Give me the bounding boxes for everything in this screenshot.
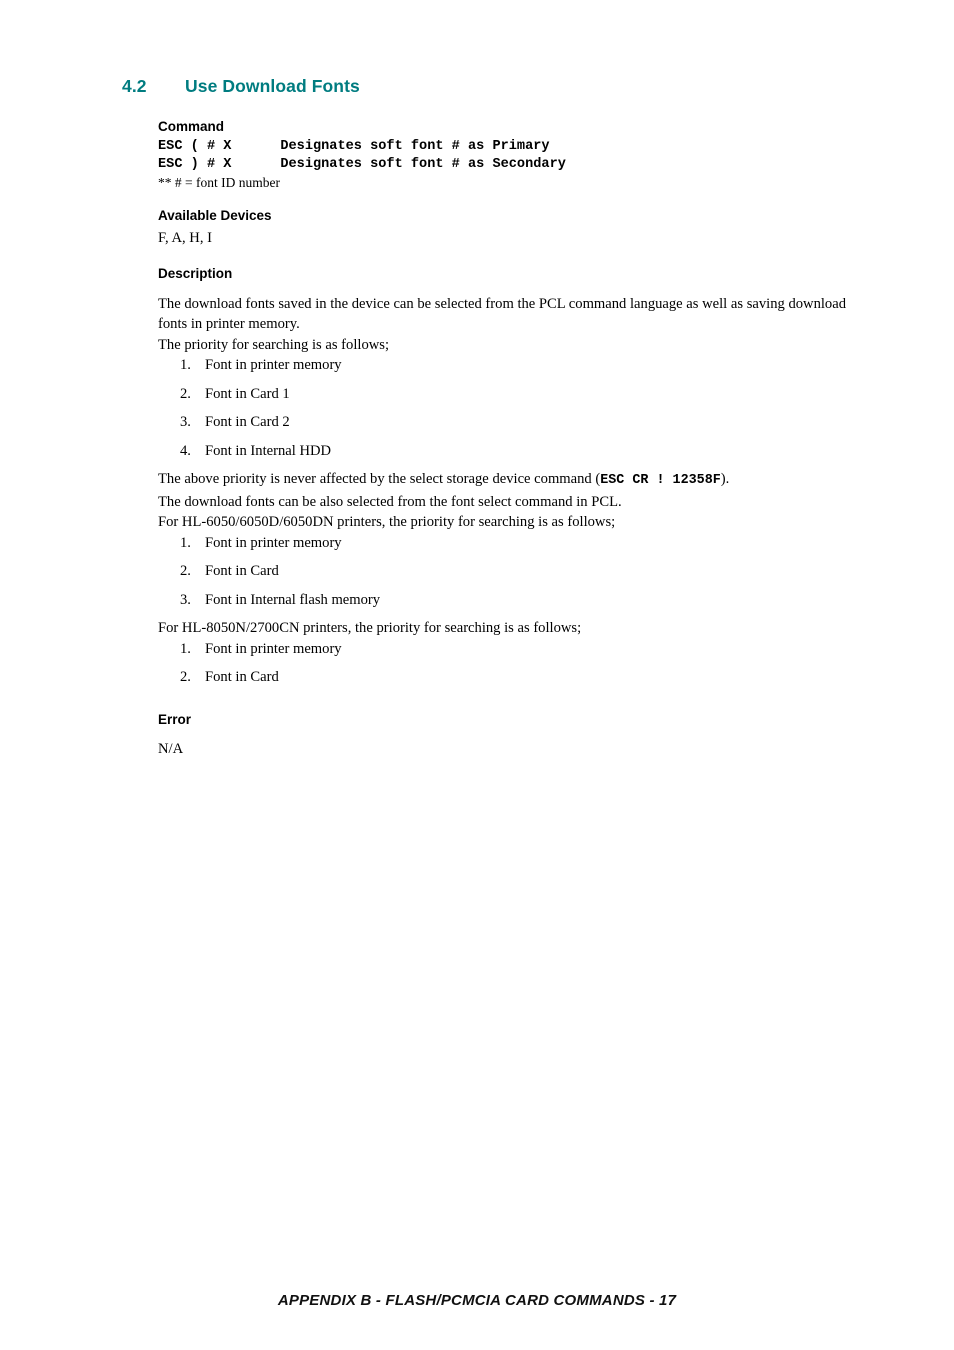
- list-item-label: Font in Card 1: [205, 385, 290, 402]
- error-value: N/A: [158, 741, 184, 757]
- list-item: 1. Font in printer memory: [158, 639, 858, 659]
- list-item-number: 2.: [180, 563, 191, 579]
- list-item: 1. Font in printer memory: [158, 355, 858, 375]
- list-item-label: Font in printer memory: [205, 640, 342, 657]
- command-footnote: ** # = font ID number: [158, 175, 280, 190]
- error-heading: Error: [158, 712, 192, 727]
- list-item-number: 1.: [180, 534, 191, 551]
- page-footer: APPENDIX B - FLASH/PCMCIA CARD COMMANDS …: [277, 1292, 677, 1309]
- list-item: 3. Font in Internal flash memory: [158, 590, 858, 610]
- list-item-number: 2.: [180, 385, 191, 402]
- list-item: 2. Font in Card: [158, 561, 858, 581]
- description-heading: Description: [158, 265, 233, 281]
- description-paragraph-6: For HL-8050N/2700CN printers, the priori…: [158, 620, 582, 636]
- command-heading: Command: [158, 119, 225, 134]
- description-paragraph-3: The above priority is never affected by …: [158, 469, 858, 492]
- list-item-number: 3.: [180, 591, 191, 608]
- list-item-label: Font in printer memory: [205, 534, 342, 551]
- list-item: 4. Font in Internal HDD: [158, 441, 858, 461]
- list-item-label: Font in Card 2: [205, 414, 290, 430]
- description-paragraph-1: The download fonts saved in the device c…: [158, 295, 847, 333]
- priority-list-hl8050n: 1. Font in printer memory 2. Font in Card: [158, 639, 858, 688]
- list-item-number: 2.: [180, 669, 191, 685]
- list-item-number: 4.: [180, 442, 191, 459]
- list-item-label: Font in Card: [205, 563, 279, 579]
- page-title: 4.2 Use Download Fonts: [122, 76, 360, 97]
- list-item-number: 1.: [180, 357, 191, 373]
- list-item: 3. Font in Card 2: [158, 412, 858, 432]
- list-item: 2. Font in Card: [158, 667, 858, 687]
- command-syntax-lines: ESC ( # X Designates soft font # as Prim…: [158, 139, 566, 172]
- document-page: 4.2 Use Download Fonts Command ESC ( # X…: [0, 0, 954, 1350]
- description-paragraph-5: For HL-6050/6050D/6050DN printers, the p…: [158, 514, 616, 530]
- description-paragraph-4: The download fonts can be also selected …: [158, 493, 622, 510]
- list-item-label: Font in printer memory: [205, 357, 342, 373]
- description-paragraph-2: The priority for searching is as follows…: [158, 336, 390, 353]
- priority-list-general: 1. Font in printer memory 2. Font in Card …: [158, 355, 858, 461]
- priority-list-hl6050: 1. Font in printer memory 2. Font in Card …: [158, 533, 858, 610]
- list-item-number: 1.: [180, 640, 191, 657]
- list-item-label: Font in Internal flash memory: [205, 591, 381, 608]
- paragraph-3-prefix: The above priority is never affected by …: [158, 471, 601, 487]
- available-devices-value: F, A, H, I: [158, 230, 212, 246]
- document-content: Command ESC ( # X Designates soft font #…: [158, 118, 858, 760]
- inline-command-code: ESC CR ! 12358F: [600, 473, 721, 488]
- available-devices-heading: Available Devices: [158, 208, 272, 223]
- list-item: 1. Font in printer memory: [158, 533, 858, 553]
- section-number: 4.2: [122, 76, 147, 96]
- list-item: 2. Font in Card 1: [158, 384, 858, 404]
- section-title: Use Download Fonts: [185, 76, 360, 96]
- list-item-number: 3.: [180, 414, 191, 430]
- list-item-label: Font in Internal HDD: [205, 442, 332, 459]
- paragraph-3-suffix: ).: [720, 471, 730, 487]
- list-item-label: Font in Card: [205, 669, 279, 685]
